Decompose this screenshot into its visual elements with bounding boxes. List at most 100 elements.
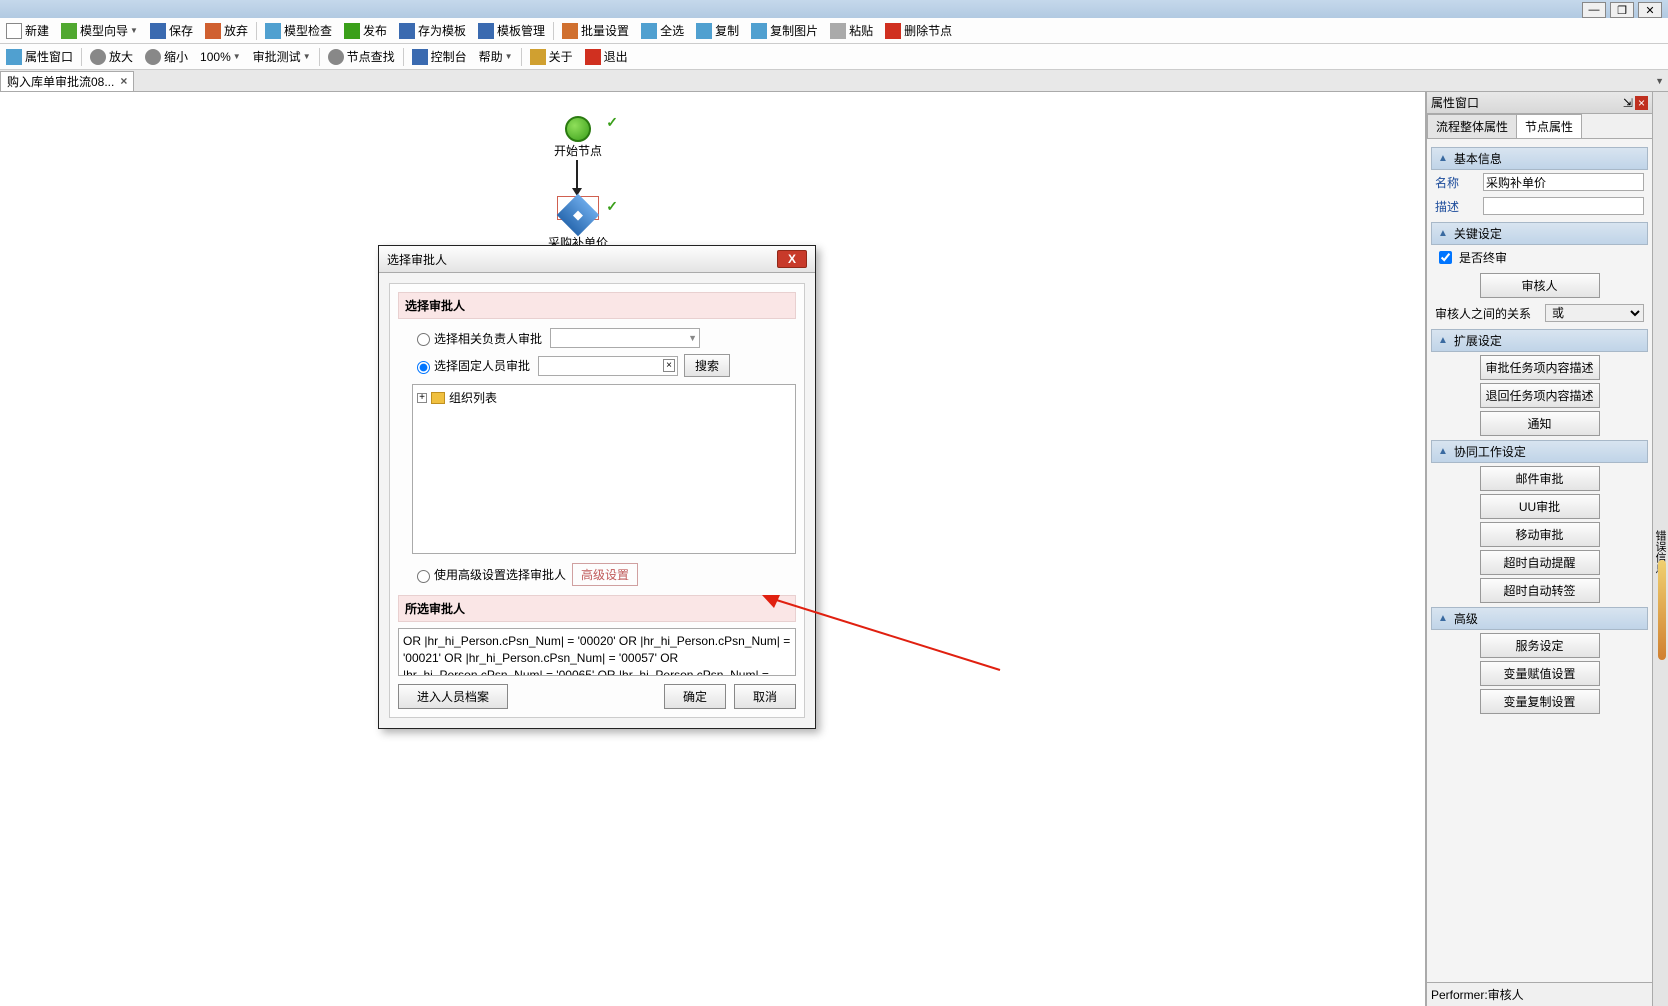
search-button[interactable]: 搜索 <box>684 354 730 377</box>
property-window-button[interactable]: 属性窗口 <box>0 46 79 67</box>
toolbar-secondary: 属性窗口 放大 缩小 100%▼ 审批测试▼ 节点查找 控制台 帮助▼ 关于 退… <box>0 44 1668 70</box>
error-info-sidebar-tab[interactable]: 错误信息 <box>1652 92 1668 1006</box>
cancel-button[interactable]: 取消 <box>734 684 796 709</box>
expression-textarea[interactable]: OR |hr_hi_Person.cPsn_Num| = '00020' OR … <box>398 628 796 676</box>
tab-list-dropdown-icon[interactable]: ▼ <box>1655 76 1664 86</box>
flow-connector <box>576 160 578 190</box>
minimize-button[interactable]: — <box>1582 2 1606 18</box>
advanced-settings-button[interactable]: 高级设置 <box>572 563 638 586</box>
start-node[interactable]: ✓ 开始节点 <box>548 116 608 159</box>
tab-node-properties[interactable]: 节点属性 <box>1516 114 1582 138</box>
radio-fixed-person[interactable] <box>417 361 430 374</box>
checkbox-final-label: 是否终审 <box>1459 249 1507 266</box>
approver-button[interactable]: 审核人 <box>1480 273 1600 298</box>
open-hr-button[interactable]: 进入人员档案 <box>398 684 508 709</box>
property-tabs: 流程整体属性 节点属性 <box>1427 114 1652 139</box>
about-button[interactable]: 关于 <box>524 46 579 67</box>
collapse-icon[interactable]: ▲ <box>1438 446 1448 457</box>
group-advanced[interactable]: ▲高级 <box>1431 607 1648 630</box>
group-collab[interactable]: ▲协同工作设定 <box>1431 440 1648 463</box>
batch-settings-button[interactable]: 批量设置 <box>556 20 635 41</box>
dialog-close-button[interactable]: X <box>777 250 807 268</box>
group-key[interactable]: ▲关键设定 <box>1431 222 1648 245</box>
timeout-remind-button[interactable]: 超时自动提醒 <box>1480 550 1600 575</box>
tree-root-item[interactable]: + 组织列表 <box>417 389 791 406</box>
return-desc-button[interactable]: 退回任务项内容描述 <box>1480 383 1600 408</box>
clear-icon[interactable]: × <box>663 359 675 372</box>
dialog-title: 选择审批人 <box>387 251 447 268</box>
tab-close-icon[interactable]: × <box>120 74 127 88</box>
zoom-slider[interactable] <box>1658 560 1666 660</box>
copy-image-button[interactable]: 复制图片 <box>745 20 824 41</box>
copy-button[interactable]: 复制 <box>690 20 745 41</box>
delete-node-button[interactable]: 删除节点 <box>879 20 958 41</box>
exit-button[interactable]: 退出 <box>579 46 634 67</box>
dialog-titlebar[interactable]: 选择审批人 X <box>379 246 815 273</box>
timeout-forward-button[interactable]: 超时自动转签 <box>1480 578 1600 603</box>
mail-approval-button[interactable]: 邮件审批 <box>1480 466 1600 491</box>
help-button[interactable]: 帮助▼ <box>473 46 519 67</box>
save-as-template-button[interactable]: 存为模板 <box>393 20 472 41</box>
properties-panel: 属性窗口 ⇲× 流程整体属性 节点属性 ▲基本信息 名称 描述 ▲关键设定 是否… <box>1426 92 1652 1006</box>
close-button[interactable]: ✕ <box>1638 2 1662 18</box>
document-tab[interactable]: 购入库单审批流08... × <box>0 71 134 91</box>
discard-button[interactable]: 放弃 <box>199 20 254 41</box>
input-desc[interactable] <box>1483 197 1644 215</box>
mobile-approval-button[interactable]: 移动审批 <box>1480 522 1600 547</box>
zoom-out-button[interactable]: 缩小 <box>139 46 194 67</box>
notify-button[interactable]: 通知 <box>1480 411 1600 436</box>
collapse-icon[interactable]: ▲ <box>1438 613 1448 624</box>
start-node-label: 开始节点 <box>548 142 608 159</box>
collapse-icon[interactable]: ▲ <box>1438 228 1448 239</box>
approval-test-button[interactable]: 审批测试▼ <box>247 46 317 67</box>
label-name: 名称 <box>1435 174 1483 191</box>
collapse-icon[interactable]: ▲ <box>1438 335 1448 346</box>
titlebar <box>0 0 1668 18</box>
variable-copy-button[interactable]: 变量复制设置 <box>1480 689 1600 714</box>
uu-approval-button[interactable]: UU审批 <box>1480 494 1600 519</box>
paste-button[interactable]: 粘贴 <box>824 20 879 41</box>
fixed-person-search-input[interactable]: × <box>538 356 678 376</box>
task-node[interactable]: ◆ ✓ 采购补单价 <box>548 200 608 251</box>
tab-flow-properties[interactable]: 流程整体属性 <box>1427 114 1517 138</box>
ok-button[interactable]: 确定 <box>664 684 726 709</box>
console-button[interactable]: 控制台 <box>406 46 473 67</box>
service-settings-button[interactable]: 服务设定 <box>1480 633 1600 658</box>
radio-advanced[interactable] <box>417 570 430 583</box>
zoom-in-button[interactable]: 放大 <box>84 46 139 67</box>
org-tree[interactable]: + 组织列表 <box>412 384 796 554</box>
collapse-icon[interactable]: ▲ <box>1438 153 1448 164</box>
document-tab-label: 购入库单审批流08... <box>7 73 114 90</box>
group-extended[interactable]: ▲扩展设定 <box>1431 329 1648 352</box>
save-button[interactable]: 保存 <box>144 20 199 41</box>
restore-button[interactable]: ❐ <box>1610 2 1634 18</box>
checkbox-final-approval[interactable] <box>1439 251 1452 264</box>
radio-related-person[interactable] <box>417 333 430 346</box>
pin-icon[interactable]: ⇲ <box>1623 96 1633 110</box>
tree-root-label: 组织列表 <box>449 389 497 406</box>
radio-related-label: 选择相关负责人审批 <box>434 330 542 347</box>
group-basic[interactable]: ▲基本信息 <box>1431 147 1648 170</box>
section-selected-approver: 所选审批人 <box>398 595 796 622</box>
panel-header[interactable]: 属性窗口 ⇲× <box>1427 92 1652 114</box>
expand-icon[interactable]: + <box>417 393 427 403</box>
task-desc-button[interactable]: 审批任务项内容描述 <box>1480 355 1600 380</box>
variable-assign-button[interactable]: 变量赋值设置 <box>1480 661 1600 686</box>
radio-advanced-label: 使用高级设置选择审批人 <box>434 566 566 583</box>
template-management-button[interactable]: 模板管理 <box>472 20 551 41</box>
input-name[interactable] <box>1483 173 1644 191</box>
model-check-button[interactable]: 模型检查 <box>259 20 338 41</box>
toolbar-main: 新建 模型向导▼ 保存 放弃 模型检查 发布 存为模板 模板管理 批量设置 全选… <box>0 18 1668 44</box>
zoom-percent-dropdown[interactable]: 100%▼ <box>194 48 247 66</box>
model-wizard-button[interactable]: 模型向导▼ <box>55 20 144 41</box>
related-person-combo[interactable]: ▼ <box>550 328 700 348</box>
node-search-button[interactable]: 节点查找 <box>322 46 401 67</box>
select-relation[interactable]: 或 <box>1545 304 1644 322</box>
new-button[interactable]: 新建 <box>0 20 55 41</box>
select-all-button[interactable]: 全选 <box>635 20 690 41</box>
publish-button[interactable]: 发布 <box>338 20 393 41</box>
select-approver-dialog: 选择审批人 X 选择审批人 选择相关负责人审批 ▼ 选择固定人员审批 × 搜索 <box>378 245 816 729</box>
panel-title: 属性窗口 <box>1431 94 1479 111</box>
workflow-canvas[interactable]: ✓ 开始节点 ◆ ✓ 采购补单价 选择审批人 X 选择审批人 <box>0 92 1426 1006</box>
panel-close-icon[interactable]: × <box>1635 96 1648 110</box>
